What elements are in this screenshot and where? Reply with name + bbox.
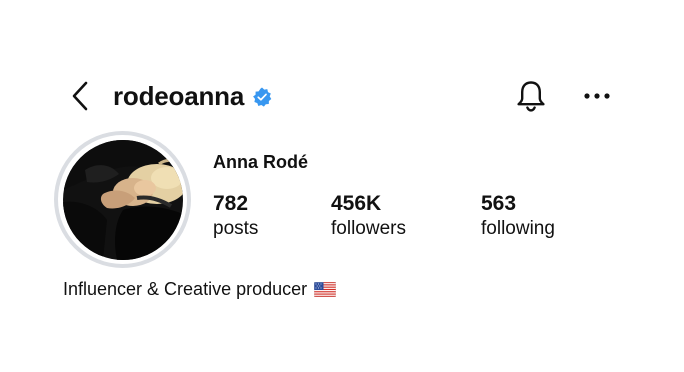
- username: rodeoanna: [113, 81, 245, 111]
- followers-label: followers: [331, 218, 406, 239]
- bio-text: Influencer & Creative producer: [63, 279, 308, 299]
- notifications-button[interactable]: [512, 76, 550, 116]
- verified-badge-icon: [253, 87, 272, 107]
- avatar-border: [58, 135, 187, 264]
- avatar-photo: [62, 139, 183, 260]
- username-group: rodeoanna: [113, 78, 272, 114]
- followers-stat[interactable]: 456K followers: [331, 191, 406, 241]
- following-label: following: [481, 218, 555, 239]
- display-name: Anna Rodé: [213, 152, 309, 172]
- more-options-button[interactable]: [578, 76, 616, 116]
- profile-header: rodeoanna: [0, 70, 684, 122]
- us-flag-emoji: [314, 281, 337, 297]
- back-button[interactable]: [62, 76, 98, 116]
- posts-label: posts: [213, 218, 259, 239]
- followers-count: 456K: [331, 192, 382, 215]
- following-stat[interactable]: 563 following: [481, 191, 555, 241]
- more-horizontal-icon: [584, 93, 610, 99]
- posts-count: 782: [213, 192, 249, 215]
- chevron-left-icon: [72, 81, 88, 111]
- profile-photo: [62, 139, 183, 260]
- following-count: 563: [481, 192, 517, 215]
- bell-icon: [517, 81, 545, 112]
- bio: Influencer & Creative producer: [63, 277, 337, 301]
- posts-stat[interactable]: 782 posts: [213, 191, 258, 241]
- avatar[interactable]: [54, 131, 191, 268]
